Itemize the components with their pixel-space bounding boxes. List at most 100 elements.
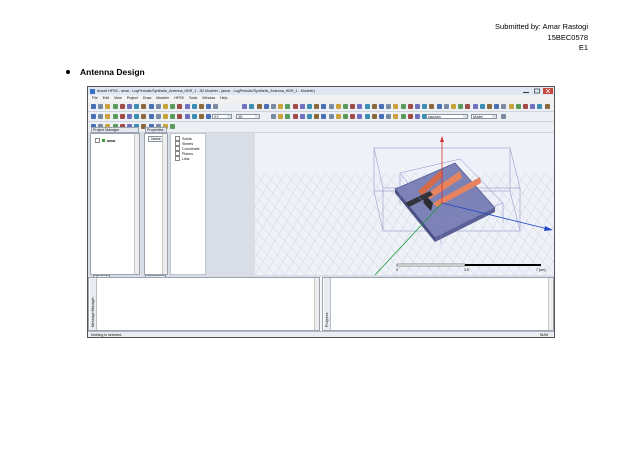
toolbar-tool-icon[interactable] [422, 104, 428, 109]
toolbar-tool-icon[interactable] [148, 104, 154, 109]
toolbar-tool-icon[interactable] [307, 104, 312, 109]
toolbar-tool-icon[interactable] [443, 104, 449, 109]
toolbar-tool-icon[interactable] [458, 104, 464, 109]
mode-select[interactable]: Model [471, 113, 497, 119]
toolbar-tool-icon[interactable] [407, 104, 413, 109]
minimize-icon[interactable] [521, 88, 531, 94]
toolbar-tool-icon[interactable] [328, 114, 334, 119]
maximize-icon[interactable] [532, 88, 542, 94]
toolbar-tool-icon[interactable] [472, 104, 478, 109]
toolbar-tool-icon[interactable] [451, 104, 456, 109]
toolbar-tool-icon[interactable] [343, 114, 348, 119]
material-select[interactable]: vacuum [426, 113, 468, 119]
toolbar-tool-icon[interactable] [184, 114, 190, 119]
toolbar-tool-icon[interactable] [112, 104, 118, 109]
toolbar-tool-icon[interactable] [119, 104, 125, 109]
toolbar-tool-icon[interactable] [292, 104, 298, 109]
toolbar-tool-icon[interactable] [199, 114, 204, 119]
progress-tab[interactable]: Progress [324, 278, 331, 330]
toolbar-tool-icon[interactable] [271, 114, 276, 119]
toolbar-tool-icon[interactable] [343, 104, 348, 109]
toolbar-tool-icon[interactable] [400, 104, 406, 109]
toolbar-tool-icon[interactable] [379, 114, 384, 119]
toolbar-tool-icon[interactable] [436, 104, 442, 109]
toolbar-tool-icon[interactable] [170, 104, 176, 109]
toolbar-tool-icon[interactable] [163, 114, 168, 119]
menu-help[interactable]: Help [220, 96, 227, 100]
menu-view[interactable]: View [114, 96, 122, 100]
toolbar-tool-icon[interactable] [191, 114, 197, 119]
toolbar-tool-icon[interactable] [285, 114, 291, 119]
toolbar-tool-icon[interactable] [386, 114, 392, 119]
toolbar-tool-icon[interactable] [328, 104, 334, 109]
3d-modeler-viewport[interactable]: 0 3.5 7 (cm) [255, 133, 554, 275]
tree-item-lists[interactable]: Lists [175, 156, 189, 161]
toolbar-tool-icon[interactable] [400, 114, 406, 119]
toolbar-tool-icon[interactable] [307, 114, 312, 119]
toolbar-tool-icon[interactable] [292, 114, 298, 119]
toolbar-tool-icon[interactable] [364, 104, 370, 109]
toolbar-tool-icon[interactable] [177, 104, 183, 109]
toolbar-tool-icon[interactable] [134, 104, 140, 109]
toolbar-tool-icon[interactable] [127, 114, 132, 119]
toolbar-tool-icon[interactable] [177, 114, 183, 119]
toolbar-tool-icon[interactable] [314, 114, 320, 119]
toolbar-tool-icon[interactable] [487, 104, 492, 109]
toolbar-tool-icon[interactable] [386, 104, 392, 109]
toolbar-tool-icon[interactable] [112, 114, 118, 119]
toolbar-tool-icon[interactable] [501, 114, 507, 119]
toolbar-tool-icon[interactable] [271, 104, 276, 109]
viewport-canvas[interactable]: 0 3.5 7 (cm) [255, 133, 554, 275]
toolbar-tool-icon[interactable] [170, 114, 176, 119]
plane-select[interactable]: XY [212, 113, 232, 119]
toolbar-tool-icon[interactable] [393, 114, 399, 119]
toolbar-tool-icon[interactable] [415, 104, 420, 109]
toolbar-tool-icon[interactable] [379, 104, 384, 109]
toolbar-tool-icon[interactable] [141, 114, 147, 119]
menu-draw[interactable]: Draw [143, 96, 151, 100]
toolbar-tool-icon[interactable] [98, 104, 104, 109]
project-scrollbar[interactable] [134, 134, 139, 274]
toolbar-tool-icon[interactable] [544, 104, 550, 109]
expand-icon[interactable] [95, 138, 100, 143]
toolbar-tool-icon[interactable] [350, 114, 356, 119]
toolbar-tool-icon[interactable] [494, 104, 500, 109]
menu-project[interactable]: Project [127, 96, 138, 100]
toolbar-tool-icon[interactable] [278, 104, 284, 109]
toolbar-tool-icon[interactable] [155, 114, 161, 119]
toolbar-tool-icon[interactable] [199, 104, 204, 109]
toolbar-tool-icon[interactable] [415, 114, 420, 119]
menu-edit[interactable]: Edit [103, 96, 109, 100]
toolbar-tool-icon[interactable] [242, 104, 248, 109]
toolbar-tool-icon[interactable] [105, 114, 111, 119]
progress-scrollbar[interactable] [548, 278, 553, 330]
toolbar-tool-icon[interactable] [206, 104, 212, 109]
toolbar-tool-icon[interactable] [465, 104, 471, 109]
toolbar-tool-icon[interactable] [299, 104, 305, 109]
toolbar-tool-icon[interactable] [530, 104, 536, 109]
toolbar-tool-icon[interactable] [148, 114, 154, 119]
toolbar-tool-icon[interactable] [314, 104, 320, 109]
toolbar-tool-icon[interactable] [501, 104, 507, 109]
toolbar-tool-icon[interactable] [537, 104, 543, 109]
toolbar-tool-icon[interactable] [357, 104, 363, 109]
toolbar-tool-icon[interactable] [127, 104, 132, 109]
menu-modeler[interactable]: Modeler [156, 96, 169, 100]
toolbar-tool-icon[interactable] [515, 104, 521, 109]
toolbar-tool-icon[interactable] [249, 104, 255, 109]
toolbar-tool-icon[interactable] [335, 114, 341, 119]
toolbar-tool-icon[interactable] [285, 104, 291, 109]
menu-hfss[interactable]: HFSS [174, 96, 184, 100]
toolbar-tool-icon[interactable] [213, 104, 219, 109]
toolbar-tool-icon[interactable] [335, 104, 341, 109]
close-icon[interactable] [543, 88, 553, 94]
toolbar-tool-icon[interactable] [155, 104, 161, 109]
toolbar-tool-icon[interactable] [523, 104, 528, 109]
toolbar-tool-icon[interactable] [321, 104, 327, 109]
menu-window[interactable]: Window [202, 96, 215, 100]
toolbar-tool-icon[interactable] [119, 114, 125, 119]
toolbar-tool-icon[interactable] [91, 114, 96, 119]
toolbar-tool-icon[interactable] [170, 124, 176, 129]
project-tree-item[interactable]: amar [95, 138, 116, 143]
toolbar-tool-icon[interactable] [299, 114, 305, 119]
